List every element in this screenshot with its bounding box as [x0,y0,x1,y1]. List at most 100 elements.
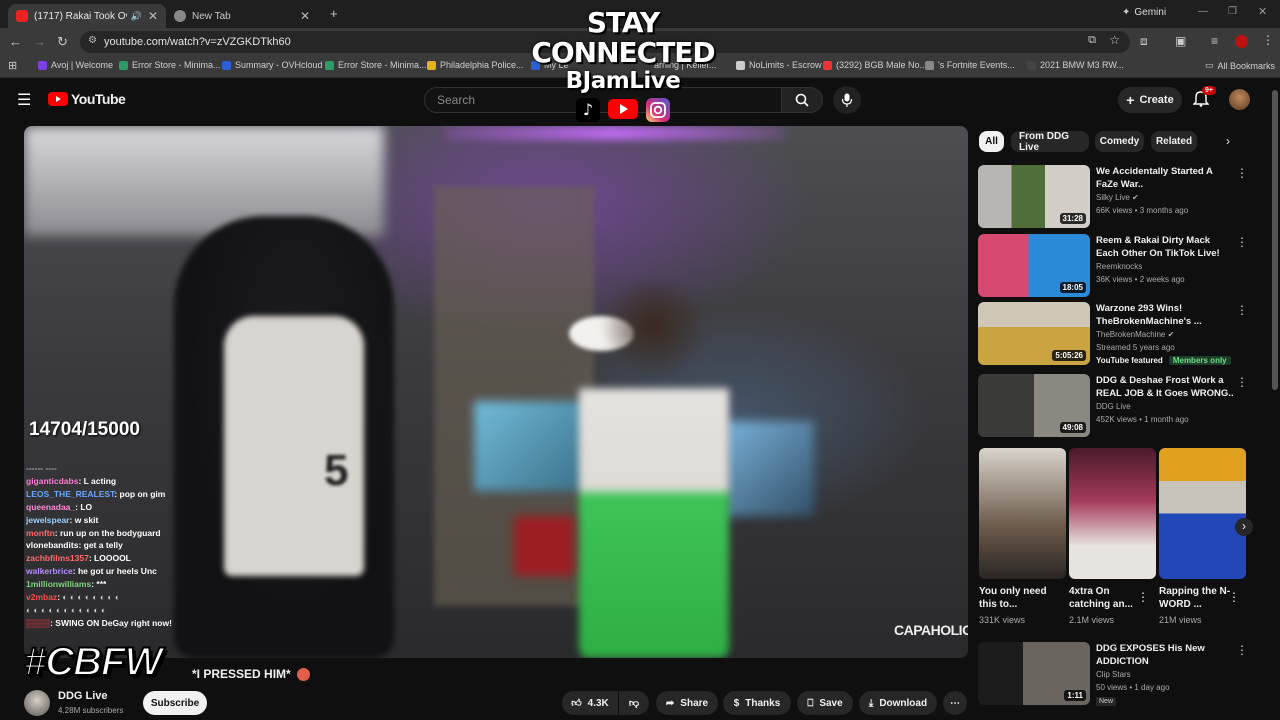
dislike-button[interactable]: 👎︎ [619,691,649,715]
short-thumbnail[interactable] [1069,448,1156,579]
video-meta: 50 views • 1 day ago [1096,683,1170,692]
minimize-icon[interactable]: — [1198,6,1208,17]
bookmark-star-icon[interactable]: ☆ [1109,33,1120,47]
short-title[interactable]: You only need this to... [979,585,1059,611]
video-thumbnail[interactable]: 5:05:26 [978,302,1090,365]
more-options-icon[interactable]: ⋮ [1236,235,1248,249]
short-thumbnail[interactable] [979,448,1066,579]
video-title-text: *I PRESSED HIM* [192,667,291,681]
chrome-menu-icon[interactable]: ⋮ [1262,33,1274,47]
recommended-video[interactable]: 18:05 Reem & Rakai Dirty Mack Each Other… [978,234,1268,298]
channel-line[interactable]: Silky Live ✔ [1096,193,1139,202]
recommended-video[interactable]: 31:28 We Accidentally Started A FaZe War… [978,165,1268,229]
super-thanks-icon: $ [733,697,740,709]
recommended-video[interactable]: 1:11 DDG EXPOSES His New ADDICTION Clip … [978,642,1268,706]
recommended-video[interactable]: 49:08 DDG & Deshae Frost Work a REAL JOB… [978,374,1268,438]
hamburger-menu-icon[interactable]: ☰ [17,90,31,110]
close-tab-icon[interactable]: ✕ [148,9,158,23]
all-bookmarks-label: All Bookmarks [1217,60,1276,71]
chat-text: *** [96,579,107,590]
media-controls-icon[interactable]: ≡ [1211,34,1218,48]
shorts-next-chevron-icon[interactable]: › [1235,518,1253,536]
short-title[interactable]: Rapping the N-WORD ... [1159,585,1239,611]
account-avatar[interactable] [1229,89,1250,110]
download-label: Download [879,697,928,709]
duration-badge: 1:11 [1064,690,1086,701]
chat-text: L acting [83,475,117,486]
video-thumbnail[interactable]: 31:28 [978,165,1090,228]
channel-name[interactable]: Reemknocks [1096,262,1142,271]
short-thumbnail[interactable] [1159,448,1246,579]
video-title[interactable]: DDG & Deshae Frost Work a REAL JOB & It … [1096,374,1234,400]
youtube-logo[interactable]: YouTube [48,91,126,107]
profile-avatar-icon[interactable] [1235,35,1248,48]
sidepanel-icon[interactable]: ▣ [1175,34,1186,48]
bookmark-item[interactable]: 's Fortnite Events... [925,60,1015,70]
create-button[interactable]: + Create [1118,87,1182,113]
back-arrow-icon[interactable]: ← [9,34,22,49]
maximize-icon[interactable]: ❐ [1228,6,1237,17]
bookmark-item[interactable]: Error Store - Minima... [119,60,221,70]
bookmark-item[interactable]: 2021 BMW M3 RW... [1027,60,1124,70]
globe-icon [174,10,186,22]
channel-name[interactable]: DDG Live [58,690,108,702]
overlay-title: STAY CONNECTED [531,6,715,69]
apps-grid-icon[interactable]: ⊞ [8,59,17,72]
bookmark-item[interactable]: Summary - OVHcloud [222,60,323,70]
chevron-right-icon[interactable]: › [1226,134,1230,148]
page-scrollbar[interactable] [1272,90,1278,390]
video-title[interactable]: Warzone 293 Wins! TheBrokenMachine's ... [1096,302,1234,328]
more-actions-button[interactable]: ⋯ [943,691,967,715]
more-options-icon[interactable]: ⋮ [1236,375,1248,389]
channel-name[interactable]: DDG Live [1096,402,1131,411]
thanks-button[interactable]: $ Thanks [723,691,791,715]
channel-avatar[interactable] [24,690,50,716]
bookmark-item[interactable]: Error Store - Minima... [325,60,427,70]
chat-user: v2mbaz [26,592,58,603]
search-button[interactable] [781,87,823,113]
like-button[interactable]: 👍︎ 4.3K [562,691,618,715]
chip-from-ddg-live[interactable]: From DDG Live [1011,131,1089,153]
voice-search-button[interactable] [833,86,861,114]
tab-youtube[interactable]: (1717) Rakai Took Over My 🔊 ✕ [8,4,166,28]
download-button[interactable]: ⤓ Download [859,691,937,715]
more-options-icon[interactable]: ⋮ [1236,303,1248,317]
reload-icon[interactable]: ↻ [57,34,68,50]
new-tab-plus-icon[interactable]: + [330,6,338,21]
channel-name[interactable]: Clip Stars [1096,670,1131,679]
chip-all[interactable]: All [979,131,1004,152]
bookmark-item[interactable]: (3292) BGB Male No... [823,60,927,70]
all-bookmarks-button[interactable]: ▭ All Bookmarks [1205,60,1275,71]
notifications-button[interactable]: 9+ [1192,86,1216,112]
more-options-icon[interactable]: ⋮ [1236,166,1248,180]
install-icon[interactable]: ⧉ [1088,34,1096,47]
bookmark-item[interactable]: Avoj | Welcome [38,60,113,70]
extensions-icon[interactable]: ⧈ [1140,34,1148,49]
site-info-icon[interactable]: ⚙ [88,35,97,46]
save-button[interactable]: ⎕ Save [797,691,853,715]
bookmark-item[interactable]: NoLimits - Escrow [736,60,822,70]
short-views: 21M views [1159,615,1202,625]
chip-comedy[interactable]: Comedy [1095,131,1144,152]
video-thumbnail[interactable]: 1:11 [978,642,1090,705]
speaker-icon[interactable]: 🔊 [131,11,142,22]
recommended-video[interactable]: 5:05:26 Warzone 293 Wins! TheBrokenMachi… [978,302,1268,372]
chip-related[interactable]: Related [1151,131,1197,152]
channel-line[interactable]: TheBrokenMachine ✔ [1096,330,1174,339]
close-window-icon[interactable]: ✕ [1258,5,1267,18]
video-thumbnail[interactable]: 18:05 [978,234,1090,297]
video-title[interactable]: Reem & Rakai Dirty Mack Each Other On Ti… [1096,234,1234,260]
short-card[interactable]: You only need this to... 331K views [979,448,1066,625]
more-options-icon[interactable]: ⋮ [1228,590,1240,604]
tab-new[interactable]: New Tab ✕ [166,4,318,28]
subscribe-button[interactable]: Subscribe [143,691,207,715]
video-title[interactable]: DDG EXPOSES His New ADDICTION [1096,642,1234,668]
forward-arrow-icon[interactable]: → [33,34,46,49]
video-thumbnail[interactable]: 49:08 [978,374,1090,437]
more-options-icon[interactable]: ⋮ [1137,590,1149,604]
video-title[interactable]: We Accidentally Started A FaZe War.. [1096,165,1234,191]
share-button[interactable]: ➦ Share [656,691,718,715]
more-options-icon[interactable]: ⋮ [1236,643,1248,657]
gemini-button[interactable]: ✦ Gemini [1122,7,1166,18]
close-tab-icon[interactable]: ✕ [300,9,310,23]
